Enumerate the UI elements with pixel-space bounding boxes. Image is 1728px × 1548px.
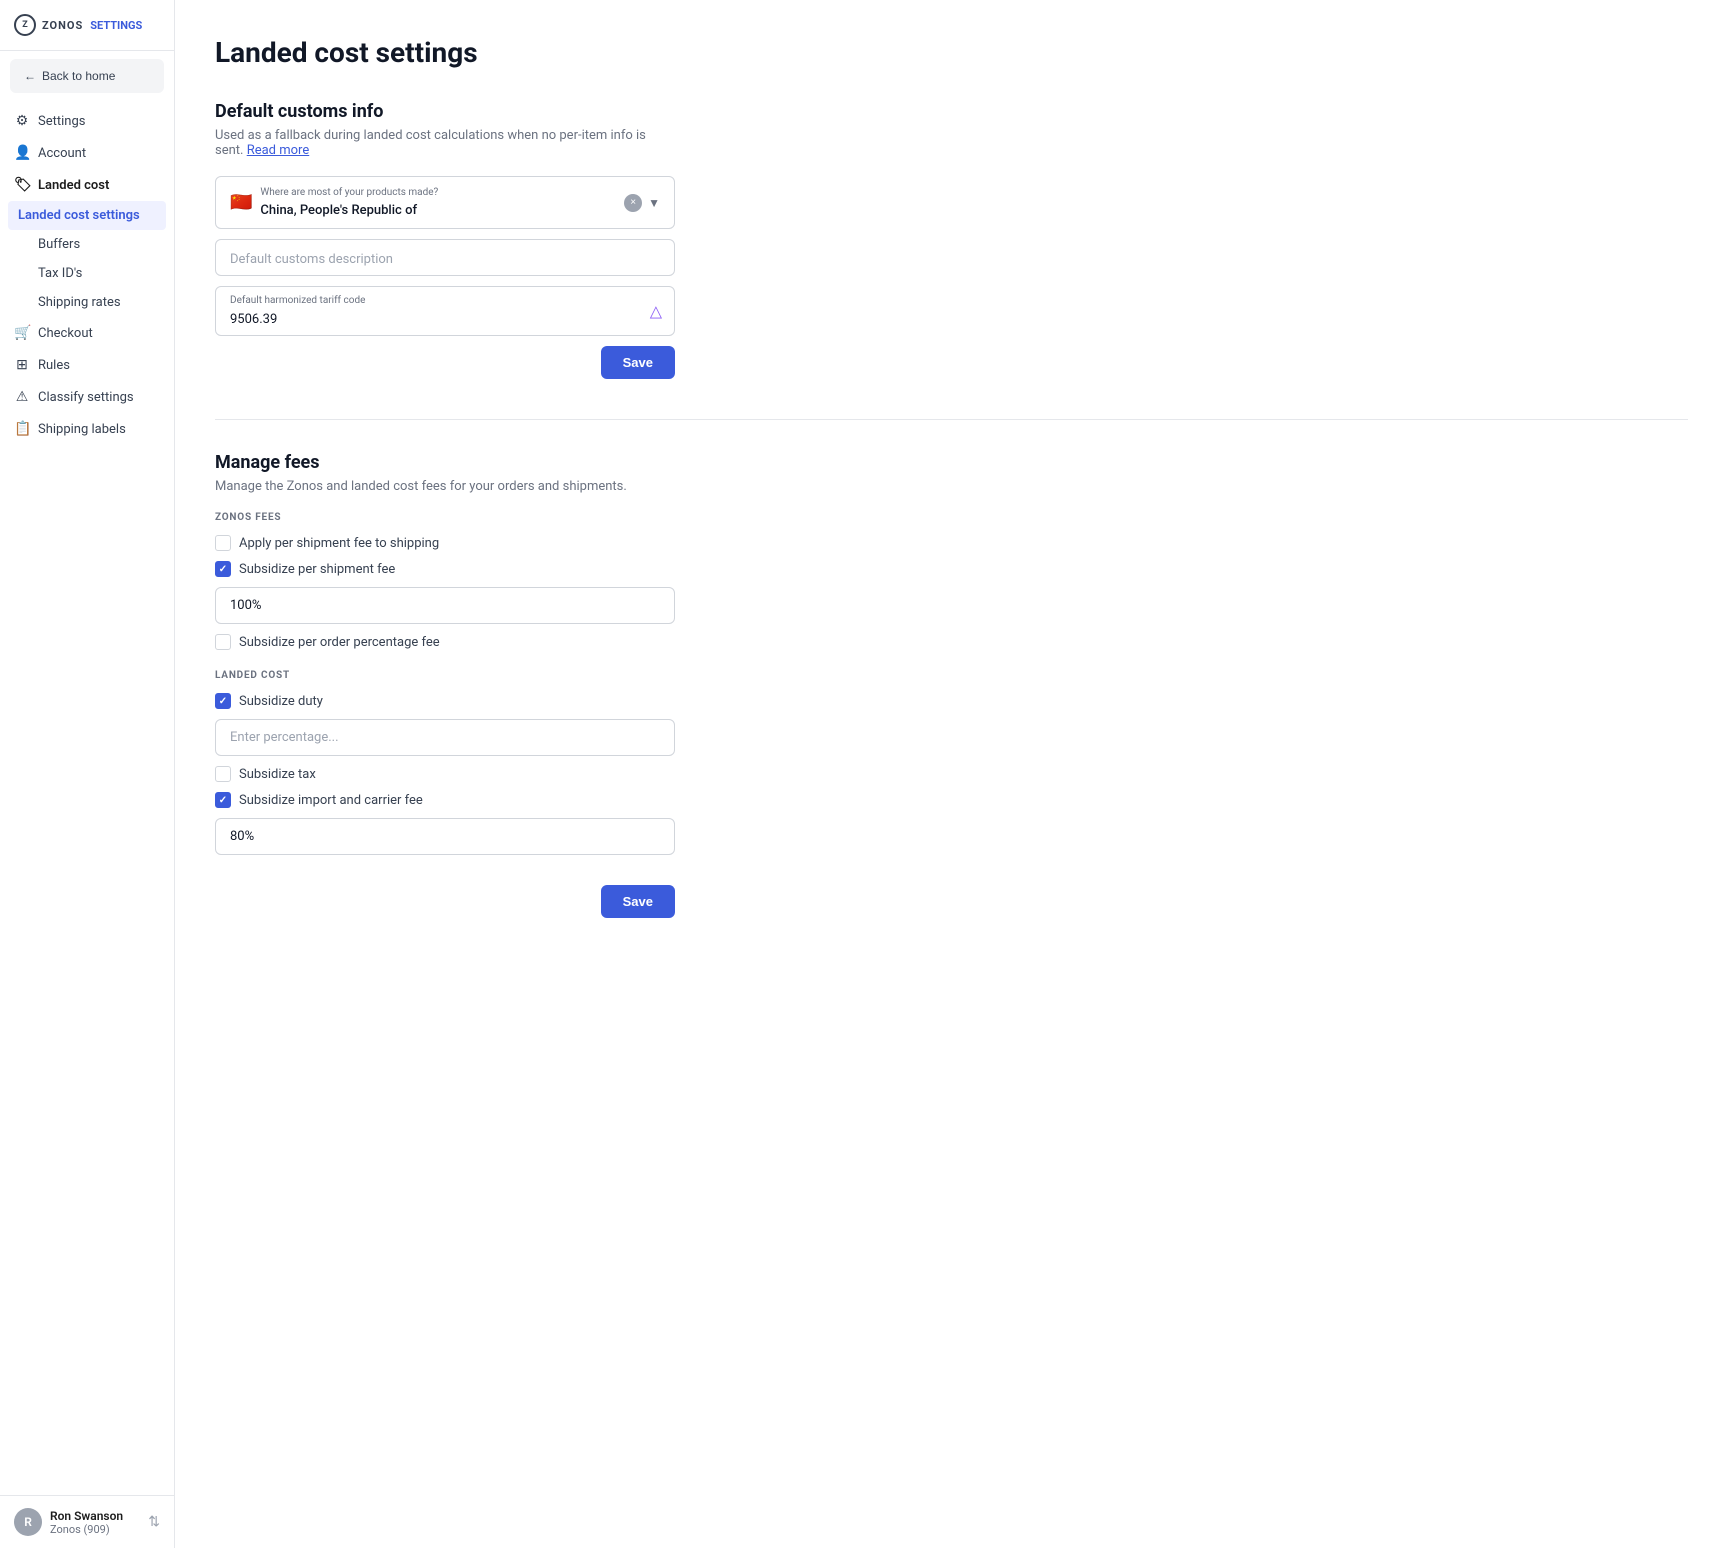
back-arrow-icon: ← <box>24 69 36 83</box>
apply-per-shipment-row: Apply per shipment fee to shipping <box>215 535 675 551</box>
tariff-code-input[interactable] <box>230 312 638 327</box>
country-selector[interactable]: 🇨🇳 Where are most of your products made?… <box>215 176 675 229</box>
subsidize-duty-row: Subsidize duty <box>215 693 675 709</box>
sidebar-sub-shipping-rates-label: Shipping rates <box>38 295 121 310</box>
customs-desc-wrapper <box>215 239 675 276</box>
tariff-code-label: Default harmonized tariff code <box>230 295 638 306</box>
landed-cost-fees-title: LANDED COST <box>215 670 675 681</box>
sidebar-item-settings-label: Settings <box>38 114 85 129</box>
manage-fees-section: Manage fees Manage the Zonos and landed … <box>215 452 675 918</box>
sidebar-item-classify-settings[interactable]: ⚠ Classify settings <box>0 381 174 413</box>
subsidize-per-shipment-label: Subsidize per shipment fee <box>239 562 395 577</box>
subsidize-import-carrier-row: Subsidize import and carrier fee <box>215 792 675 808</box>
logo-icon: Z <box>14 14 36 36</box>
page-title: Landed cost settings <box>215 36 1688 69</box>
chevron-down-icon: ▼ <box>648 196 660 210</box>
shipping-labels-icon: 📋 <box>14 421 30 437</box>
sidebar-item-landed-cost[interactable]: 🏷 Landed cost <box>0 169 174 201</box>
divider <box>215 419 1688 420</box>
apply-per-shipment-label: Apply per shipment fee to shipping <box>239 536 439 551</box>
avatar: R <box>14 1508 42 1536</box>
customs-info-desc: Used as a fallback during landed cost ca… <box>215 128 675 158</box>
back-label: Back to home <box>42 69 115 83</box>
per-shipment-pct-input[interactable] <box>215 587 675 624</box>
warning-icon: △ <box>650 302 662 321</box>
subsidize-per-shipment-row: Subsidize per shipment fee <box>215 561 675 577</box>
user-info: R Ron Swanson Zonos (909) <box>14 1508 123 1536</box>
sidebar-item-shipping-labels[interactable]: 📋 Shipping labels <box>0 413 174 445</box>
country-field-label: Where are most of your products made? <box>260 187 438 198</box>
save-customs-button[interactable]: Save <box>601 346 675 379</box>
logo: Z ZONOS SETTINGS <box>0 0 174 51</box>
sidebar-item-account[interactable]: 👤 Account <box>0 137 174 169</box>
sidebar-sub-landed-cost-settings-label: Landed cost settings <box>18 208 140 223</box>
read-more-link[interactable]: Read more <box>247 143 310 158</box>
country-clear-button[interactable]: × <box>624 194 642 212</box>
sidebar-nav: ⚙ Settings 👤 Account 🏷 Landed cost Lande… <box>0 101 174 449</box>
country-flag: 🇨🇳 <box>230 192 252 213</box>
customs-info-title: Default customs info <box>215 101 675 122</box>
gear-icon: ⚙ <box>14 113 30 129</box>
country-select-left: 🇨🇳 Where are most of your products made?… <box>230 187 438 218</box>
subsidize-per-order-label: Subsidize per order percentage fee <box>239 635 440 650</box>
sidebar-item-classify-settings-label: Classify settings <box>38 390 134 405</box>
customs-info-section: Default customs info Used as a fallback … <box>215 101 675 379</box>
sidebar-sub-item-buffers[interactable]: Buffers <box>0 230 174 259</box>
subsidize-per-order-checkbox[interactable] <box>215 634 231 650</box>
sidebar-item-rules-label: Rules <box>38 358 70 373</box>
subsidize-per-shipment-checkbox[interactable] <box>215 561 231 577</box>
sidebar-sub-item-shipping-rates[interactable]: Shipping rates <box>0 288 174 317</box>
logo-settings: SETTINGS <box>90 19 142 32</box>
sidebar-sub-tax-ids-label: Tax ID's <box>38 266 82 281</box>
tariff-code-wrapper: Default harmonized tariff code △ <box>215 286 675 336</box>
country-info: Where are most of your products made? Ch… <box>260 187 438 218</box>
sidebar-item-account-label: Account <box>38 146 86 161</box>
sidebar-item-settings[interactable]: ⚙ Settings <box>0 105 174 137</box>
subsidize-tax-label: Subsidize tax <box>239 767 316 782</box>
save-fees-button[interactable]: Save <box>601 885 675 918</box>
rules-icon: ⊞ <box>14 357 30 373</box>
save-fees-row: Save <box>215 885 675 918</box>
checkout-icon: 🛒 <box>14 325 30 341</box>
country-value: China, People's Republic of <box>260 203 417 218</box>
landed-cost-fees-group: LANDED COST Subsidize duty Subsidize tax… <box>215 670 675 865</box>
save-customs-row: Save <box>215 346 675 379</box>
user-org: Zonos (909) <box>50 1523 123 1536</box>
sidebar-sub-item-landed-cost-settings[interactable]: Landed cost settings <box>8 201 166 230</box>
sidebar-item-checkout[interactable]: 🛒 Checkout <box>0 317 174 349</box>
manage-fees-desc: Manage the Zonos and landed cost fees fo… <box>215 479 675 494</box>
zonos-fees-group: ZONOS FEES Apply per shipment fee to shi… <box>215 512 675 650</box>
subsidize-per-order-row: Subsidize per order percentage fee <box>215 634 675 650</box>
customs-desc-input[interactable] <box>230 252 660 267</box>
sidebar-item-shipping-labels-label: Shipping labels <box>38 422 126 437</box>
sidebar-item-rules[interactable]: ⊞ Rules <box>0 349 174 381</box>
sidebar-sub-buffers-label: Buffers <box>38 237 80 252</box>
import-carrier-pct-input[interactable] <box>215 818 675 855</box>
subsidize-import-carrier-checkbox[interactable] <box>215 792 231 808</box>
sidebar-item-checkout-label: Checkout <box>38 326 93 341</box>
sidebar-item-landed-cost-label: Landed cost <box>38 178 109 193</box>
subsidize-tax-row: Subsidize tax <box>215 766 675 782</box>
back-to-home-button[interactable]: ← Back to home <box>10 59 164 93</box>
sidebar-footer: R Ron Swanson Zonos (909) ⇅ <box>0 1495 174 1548</box>
subsidize-duty-checkbox[interactable] <box>215 693 231 709</box>
logo-text: ZONOS <box>42 19 83 32</box>
manage-fees-title: Manage fees <box>215 452 675 473</box>
zonos-fees-title: ZONOS FEES <box>215 512 675 523</box>
user-details: Ron Swanson Zonos (909) <box>50 1509 123 1536</box>
user-name: Ron Swanson <box>50 1509 123 1523</box>
subsidize-duty-label: Subsidize duty <box>239 694 323 709</box>
tag-icon: 🏷 <box>14 177 30 193</box>
duty-pct-input[interactable] <box>215 719 675 756</box>
main-content: Landed cost settings Default customs inf… <box>175 0 1728 1548</box>
sidebar-sub-item-tax-ids[interactable]: Tax ID's <box>0 259 174 288</box>
sort-icon[interactable]: ⇅ <box>148 1514 160 1530</box>
user-icon: 👤 <box>14 145 30 161</box>
subsidize-tax-checkbox[interactable] <box>215 766 231 782</box>
country-select-controls: × ▼ <box>624 194 660 212</box>
apply-per-shipment-checkbox[interactable] <box>215 535 231 551</box>
sidebar: Z ZONOS SETTINGS ← Back to home ⚙ Settin… <box>0 0 175 1548</box>
classify-icon: ⚠ <box>14 389 30 405</box>
subsidize-import-carrier-label: Subsidize import and carrier fee <box>239 793 423 808</box>
